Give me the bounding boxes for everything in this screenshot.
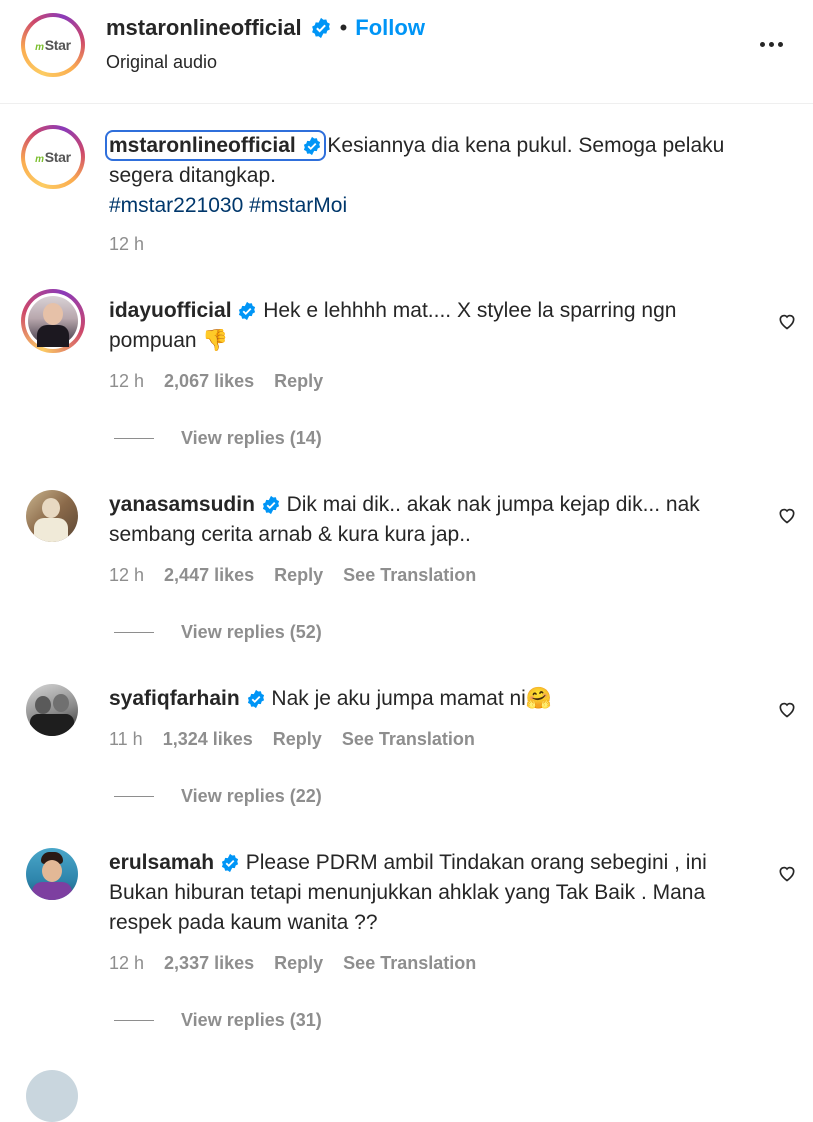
comment-likes[interactable]: 2,067 likes — [164, 371, 254, 392]
verified-badge-icon — [262, 496, 279, 515]
more-options-icon[interactable] — [760, 42, 783, 47]
comment-meta: 12 h 2,447 likes Reply See Translation — [109, 565, 476, 586]
replies-line — [114, 1020, 154, 1021]
comment-meta: 12 h 2,067 likes Reply — [109, 371, 323, 392]
comment-text: erulsamah Please PDRM ambil Tindakan ora… — [109, 848, 759, 938]
comment-meta: 11 h 1,324 likes Reply See Translation — [109, 729, 475, 750]
comment-username[interactable]: erulsamah — [109, 851, 214, 874]
view-replies-button[interactable]: View replies (31) — [114, 1010, 322, 1031]
comment-username[interactable]: idayuofficial — [109, 299, 232, 322]
comment-likes[interactable]: 2,337 likes — [164, 953, 254, 974]
see-translation-button[interactable]: See Translation — [343, 953, 476, 974]
header-divider — [0, 103, 813, 104]
header-username[interactable]: mstaronlineofficial — [106, 15, 302, 41]
comment-likes[interactable]: 2,447 likes — [164, 565, 254, 586]
separator-dot: • — [339, 15, 348, 40]
comment-time: 11 h — [109, 729, 143, 749]
caption-username-box[interactable]: mstaronlineofficial — [105, 130, 326, 161]
avatar-idayuofficial[interactable] — [21, 289, 85, 353]
replies-line — [114, 632, 154, 633]
caption-username[interactable]: mstaronlineofficial — [109, 134, 296, 157]
comment-text: yanasamsudin Dik mai dik.. akak nak jump… — [109, 490, 759, 550]
comment-username[interactable]: yanasamsudin — [109, 493, 255, 516]
comment-text: syafiqfarhain Nak je aku jumpa mamat ni🤗 — [109, 684, 759, 714]
header-avatar[interactable]: mStar — [21, 13, 85, 77]
reply-button[interactable]: Reply — [274, 953, 323, 974]
see-translation-button[interactable]: See Translation — [343, 565, 476, 586]
comment-time: 12 h — [109, 565, 145, 585]
audio-label[interactable]: Original audio — [106, 52, 217, 73]
caption-hashtags[interactable]: #mstar221030 #mstarMoi — [109, 194, 347, 217]
like-heart-icon[interactable] — [777, 863, 797, 883]
avatar-next-comment[interactable] — [26, 1070, 78, 1122]
mstar-logo: mStar — [35, 37, 71, 53]
follow-button[interactable]: Follow — [355, 15, 425, 41]
verified-badge-icon — [247, 690, 264, 709]
caption-time: 12 h — [109, 234, 145, 254]
view-replies-button[interactable]: View replies (22) — [114, 786, 322, 807]
comment-text: idayuofficial Hek e lehhhh mat.... X sty… — [109, 296, 759, 356]
caption-avatar[interactable]: mStar — [21, 125, 85, 189]
comment-meta: 12 h 2,337 likes Reply See Translation — [109, 953, 476, 974]
verified-badge-icon — [221, 854, 238, 873]
comment-time: 12 h — [109, 371, 145, 391]
comment-username[interactable]: syafiqfarhain — [109, 687, 240, 710]
comment-body: Nak je aku jumpa mamat ni🤗 — [265, 687, 552, 710]
comment-time: 12 h — [109, 953, 145, 973]
reply-button[interactable]: Reply — [273, 729, 322, 750]
avatar-syafiqfarhain[interactable] — [26, 684, 78, 736]
reply-button[interactable]: Reply — [274, 565, 323, 586]
like-heart-icon[interactable] — [777, 505, 797, 525]
replies-line — [114, 438, 154, 439]
see-translation-button[interactable]: See Translation — [342, 729, 475, 750]
like-heart-icon[interactable] — [777, 699, 797, 719]
view-replies-button[interactable]: View replies (14) — [114, 428, 322, 449]
verified-badge-icon — [303, 137, 320, 156]
reply-button[interactable]: Reply — [274, 371, 323, 392]
mstar-logo: mStar — [35, 149, 71, 165]
caption-text: mstaronlineofficial Kesiannya dia kena p… — [105, 130, 759, 221]
avatar-erulsamah[interactable] — [26, 848, 78, 900]
avatar-yanasamsudin[interactable] — [26, 490, 78, 542]
replies-line — [114, 796, 154, 797]
like-heart-icon[interactable] — [777, 311, 797, 331]
view-replies-button[interactable]: View replies (52) — [114, 622, 322, 643]
verified-badge-icon — [239, 302, 256, 321]
verified-badge-icon — [311, 17, 330, 39]
comment-likes[interactable]: 1,324 likes — [163, 729, 253, 750]
